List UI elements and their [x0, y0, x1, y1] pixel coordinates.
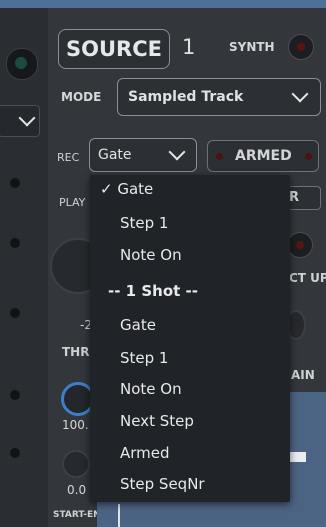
count-up-toggle[interactable]: [287, 232, 313, 258]
synth-label: SYNTH: [229, 40, 275, 54]
menu-item-1shot-step-1[interactable]: Step 1: [120, 349, 168, 367]
armed-led-left: [216, 153, 223, 160]
mode-value: Sampled Track: [128, 89, 244, 105]
source-button[interactable]: SOURCE: [58, 29, 170, 69]
left-knob-dot: [10, 448, 20, 458]
menu-item-gate[interactable]: ✓ Gate: [100, 180, 153, 198]
rec-select[interactable]: Gate: [89, 138, 197, 172]
chevron-down-icon: [168, 143, 186, 161]
left-panel: [0, 8, 48, 527]
armed-label: ARMED: [235, 148, 292, 164]
synth-toggle-button[interactable]: [288, 34, 314, 60]
play-label: PLAY: [59, 196, 86, 209]
left-knob-dot: [10, 390, 20, 400]
armed-led-right: [305, 153, 312, 160]
left-led-button[interactable]: [6, 48, 38, 80]
top-bar: [0, 0, 326, 8]
menu-item-armed[interactable]: Armed: [120, 444, 170, 462]
rec-dropdown-menu: ✓ Gate Step 1 Note On -- 1 Shot -- Gate …: [90, 175, 290, 502]
gain-label: AIN: [291, 368, 315, 382]
rec-value: Gate: [98, 147, 132, 163]
menu-item-1shot-note-on[interactable]: Note On: [120, 380, 182, 398]
count-up-label: CT UP: [289, 271, 326, 285]
chevron-down-icon: [18, 109, 36, 127]
menu-item-step-1[interactable]: Step 1: [120, 214, 168, 232]
mode-select[interactable]: Sampled Track: [117, 78, 321, 116]
waveform-start-marker[interactable]: [118, 504, 120, 527]
rec-label: REC: [57, 151, 80, 164]
menu-item-next-step[interactable]: Next Step: [120, 412, 194, 430]
menu-item-1shot-gate[interactable]: Gate: [120, 316, 156, 334]
left-knob-dot: [10, 308, 20, 318]
menu-item-step-seqnr[interactable]: Step SeqNr: [120, 475, 205, 493]
armed-button[interactable]: ARMED: [207, 140, 319, 172]
left-knob-dot: [10, 238, 20, 248]
left-dropdown[interactable]: [0, 105, 40, 137]
end-value-label: 0.0: [67, 483, 87, 497]
left-knob-dot: [10, 178, 20, 188]
start-value-label: 100.: [62, 418, 89, 432]
mode-label: MODE: [61, 90, 102, 104]
menu-item-note-on[interactable]: Note On: [120, 246, 182, 264]
chevron-down-icon: [291, 85, 309, 103]
end-knob[interactable]: [62, 450, 90, 478]
menu-section-1-shot: -- 1 Shot --: [108, 282, 198, 300]
source-number: 1: [182, 35, 196, 59]
